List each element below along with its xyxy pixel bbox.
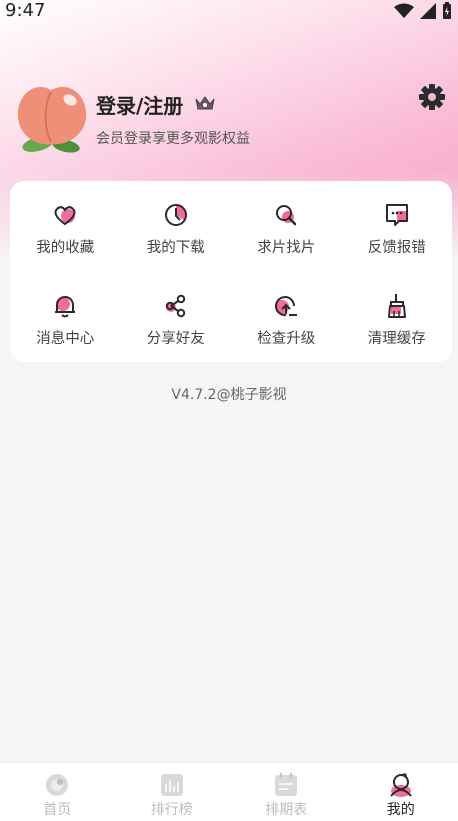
feedback-label: 反馈报错 — [368, 236, 426, 257]
search-movie-icon — [272, 201, 300, 229]
ranking-icon — [158, 772, 186, 798]
upgrade-icon — [272, 292, 300, 320]
request-movie-item[interactable]: 求片找片 — [231, 181, 342, 272]
feature-grid: 我的收藏 我的下载 求片找片 反馈报错 消息中心 — [10, 181, 452, 362]
download-clock-icon — [162, 201, 190, 229]
bell-icon — [51, 292, 79, 320]
status-icons — [394, 2, 452, 20]
downloads-label: 我的下载 — [147, 236, 205, 257]
settings-gear-icon[interactable] — [418, 83, 446, 111]
nav-schedule[interactable]: 排期表 — [229, 763, 344, 821]
nav-home[interactable]: 首页 — [0, 763, 115, 821]
messages-label: 消息中心 — [36, 327, 94, 348]
share-item[interactable]: 分享好友 — [121, 272, 232, 362]
schedule-icon — [272, 772, 300, 798]
share-icon — [162, 292, 190, 320]
favorites-item[interactable]: 我的收藏 — [10, 181, 121, 272]
status-bar: 9:47 — [0, 0, 458, 22]
nav-mine-label: 我的 — [387, 799, 415, 819]
member-subtitle: 会员登录享更多观影权益 — [96, 128, 250, 148]
nav-mine[interactable]: 我的 — [344, 763, 458, 821]
feedback-item[interactable]: 反馈报错 — [342, 181, 453, 272]
version-text: V4.7.2@桃子影视 — [0, 384, 458, 404]
request-movie-label: 求片找片 — [257, 236, 315, 257]
bottom-navigation: 首页 排行榜 排期表 我的 — [0, 762, 458, 821]
nav-schedule-label: 排期表 — [265, 799, 307, 819]
share-label: 分享好友 — [147, 327, 205, 348]
upgrade-label: 检查升级 — [257, 327, 315, 348]
nav-ranking[interactable]: 排行榜 — [115, 763, 230, 821]
wifi-icon — [394, 3, 414, 19]
home-icon — [43, 772, 71, 798]
crown-icon — [194, 94, 216, 112]
feedback-chat-icon — [383, 201, 411, 229]
signal-icon — [420, 3, 436, 19]
clear-cache-label: 清理缓存 — [368, 327, 426, 348]
downloads-item[interactable]: 我的下载 — [121, 181, 232, 272]
messages-item[interactable]: 消息中心 — [10, 272, 121, 362]
profile-icon — [387, 772, 415, 798]
battery-icon — [442, 2, 452, 20]
broom-icon — [383, 292, 411, 320]
clear-cache-item[interactable]: 清理缓存 — [342, 272, 453, 362]
profile-section[interactable]: 登录/注册 会员登录享更多观影权益 — [0, 70, 458, 160]
heart-icon — [51, 201, 79, 229]
upgrade-item[interactable]: 检查升级 — [231, 272, 342, 362]
status-time: 9:47 — [5, 0, 45, 22]
nav-home-label: 首页 — [43, 799, 71, 819]
favorites-label: 我的收藏 — [36, 236, 94, 257]
nav-ranking-label: 排行榜 — [151, 799, 193, 819]
peach-avatar-icon[interactable] — [14, 78, 89, 153]
login-register-title[interactable]: 登录/注册 — [96, 90, 183, 119]
